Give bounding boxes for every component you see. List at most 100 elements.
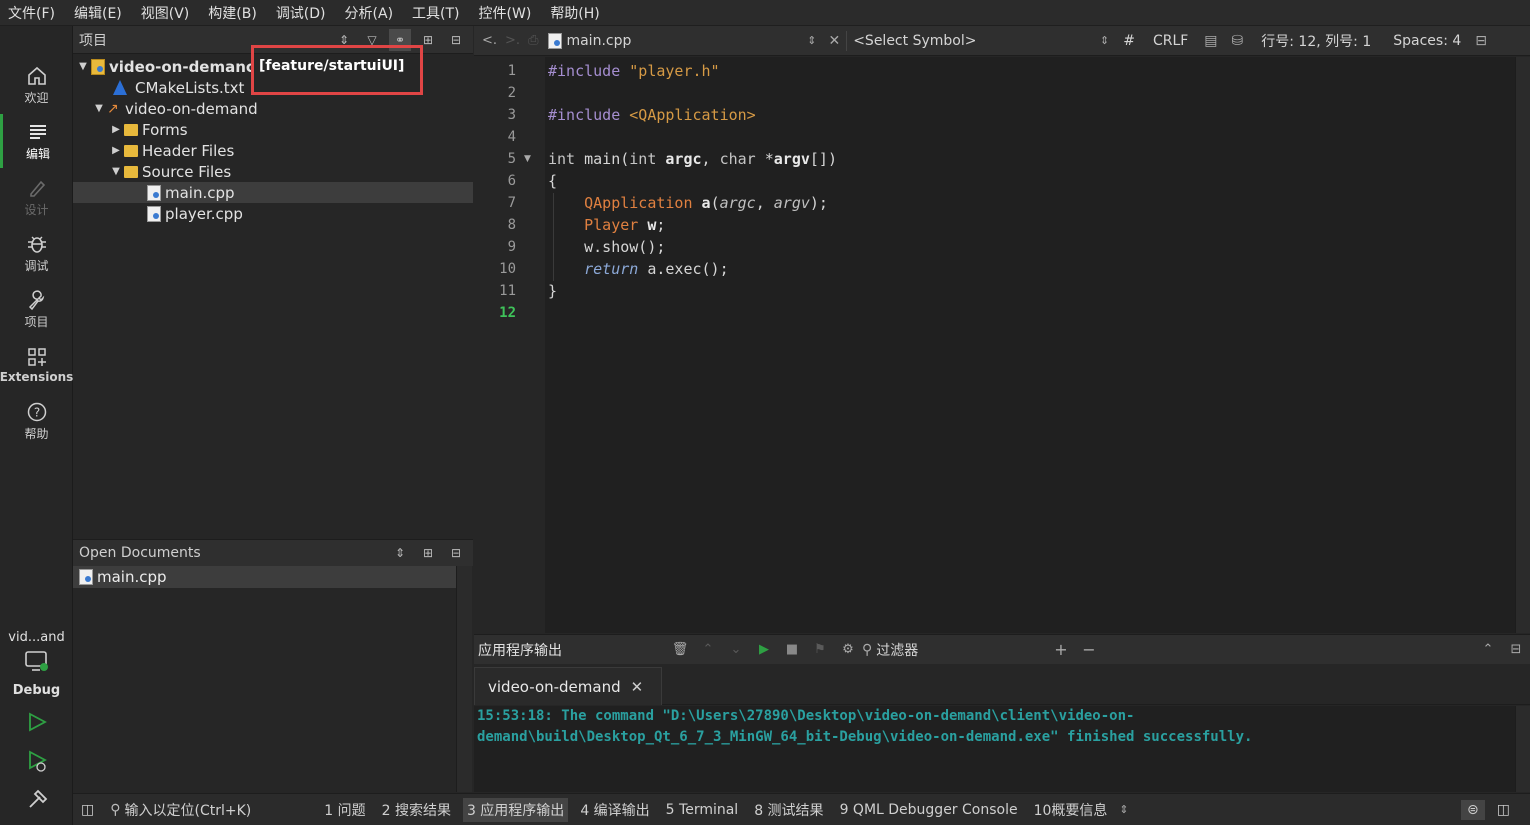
- code-editor[interactable]: #include "player.h" #include <QApplicati…: [545, 57, 1515, 633]
- toggle-right-sidebar-icon[interactable]: ◫: [1497, 802, 1510, 818]
- status-tab-compile-output[interactable]: 4 编译输出: [576, 798, 653, 822]
- kit-project-name: vid...and: [8, 630, 65, 645]
- status-tab-test-results[interactable]: 8 测试结果: [750, 798, 827, 822]
- collapse-arrow-icon[interactable]: ▶: [110, 124, 122, 135]
- zoom-in-icon[interactable]: +: [1047, 640, 1075, 659]
- editor-scrollbar[interactable]: [1515, 57, 1530, 633]
- mode-design[interactable]: 设计: [0, 170, 73, 224]
- mode-welcome[interactable]: 欢迎: [0, 58, 73, 112]
- stop-icon[interactable]: ■: [778, 642, 806, 657]
- extensions-icon: [27, 348, 46, 366]
- output-tab[interactable]: video-on-demand ✕: [474, 667, 662, 705]
- menu-analyze[interactable]: 分析(A): [343, 3, 396, 23]
- run-icon[interactable]: [26, 711, 48, 733]
- status-tab-search-results[interactable]: 2 搜索结果: [378, 798, 455, 822]
- close-panel-icon[interactable]: ⊟: [445, 29, 467, 51]
- symbol-selector[interactable]: <Select Symbol> ⇕: [853, 33, 1109, 49]
- output-text[interactable]: 15:53:18: The command "D:\Users\27890\De…: [474, 706, 1515, 792]
- clear-trash-icon[interactable]: 🗑: [666, 642, 694, 657]
- zoom-out-icon[interactable]: −: [1075, 640, 1103, 659]
- tree-row-player-cpp[interactable]: player.cpp: [73, 203, 473, 224]
- expand-arrow-icon[interactable]: ▼: [93, 103, 105, 114]
- tree-row-source-files[interactable]: ▼ Source Files: [73, 161, 473, 182]
- close-document-icon[interactable]: ✕: [828, 33, 840, 49]
- filter-field[interactable]: ⚲ 过滤器: [862, 640, 1047, 660]
- status-tab-qml-debugger[interactable]: 9 QML Debugger Console: [836, 800, 1022, 820]
- tree-label: player.cpp: [165, 204, 243, 223]
- mode-projects[interactable]: 项目: [0, 282, 73, 336]
- db-icon[interactable]: ⛁: [1232, 33, 1244, 49]
- code-line: #include <QApplication>: [548, 106, 756, 124]
- cursor-position[interactable]: 行号: 12, 列号: 1: [1261, 31, 1371, 51]
- menu-file[interactable]: 文件(F): [6, 3, 57, 23]
- menu-view[interactable]: 视图(V): [139, 3, 192, 23]
- wrench-icon: [28, 289, 44, 310]
- code-line: return a.exec();: [584, 260, 729, 278]
- hash-button[interactable]: #: [1123, 33, 1135, 49]
- status-tab-issues[interactable]: 1 问题: [320, 798, 369, 822]
- menu-edit[interactable]: 编辑(E): [72, 3, 124, 23]
- status-tab-terminal[interactable]: 5 Terminal: [662, 800, 743, 820]
- close-tab-icon[interactable]: ✕: [631, 678, 644, 696]
- kit-selector[interactable]: vid...and Debug: [0, 630, 73, 698]
- document-selector[interactable]: main.cpp ⇕: [546, 32, 816, 49]
- mode-extensions-label: Extensions: [0, 370, 74, 384]
- output-scrollbar[interactable]: [1515, 706, 1530, 792]
- tree-row-header-files[interactable]: ▶ Header Files: [73, 140, 473, 161]
- mode-edit[interactable]: 编辑: [0, 114, 73, 168]
- more-tabs-arrows-icon[interactable]: ⇕: [1119, 803, 1128, 816]
- attach-debugger-icon[interactable]: ⚑: [806, 642, 834, 657]
- cpp-file-icon: [147, 184, 161, 201]
- fold-marker-icon[interactable]: ▼: [524, 154, 531, 164]
- arrow-up-icon[interactable]: ⌃: [694, 642, 722, 657]
- maximize-pane-icon[interactable]: ⌃: [1474, 642, 1502, 657]
- settings-gear-icon[interactable]: ⚙: [834, 642, 862, 657]
- cmake-icon: [113, 80, 127, 95]
- close-pane-icon[interactable]: ⊟: [1502, 642, 1530, 657]
- locator-input[interactable]: ⚲ 输入以定位(Ctrl+K): [110, 800, 320, 820]
- close-panel-icon[interactable]: ⊟: [445, 542, 467, 564]
- expand-arrow-icon[interactable]: ▼: [77, 61, 89, 72]
- build-hammer-icon[interactable]: [26, 787, 50, 811]
- code-line: {: [548, 172, 558, 190]
- menu-debug[interactable]: 调试(D): [274, 3, 328, 23]
- tree-row-target[interactable]: ▼ ↗ video-on-demand: [73, 98, 473, 119]
- toggle-sidebar-icon[interactable]: ◫: [81, 802, 94, 818]
- monitor-icon: [24, 651, 48, 671]
- tree-row-forms[interactable]: ▶ Forms: [73, 119, 473, 140]
- split-editor-icon[interactable]: ⊟: [1475, 33, 1487, 49]
- status-bar: ◫ ⚲ 输入以定位(Ctrl+K) 1 问题 2 搜索结果 3 应用程序输出 4…: [73, 793, 1530, 825]
- mode-debug-label: 调试: [24, 258, 49, 273]
- line-number-current: 12: [499, 305, 516, 321]
- nav-forward-icon[interactable]: >.: [505, 33, 520, 48]
- status-tab-general-messages[interactable]: 10概要信息: [1030, 798, 1112, 822]
- mode-design-label: 设计: [24, 202, 49, 217]
- line-ending-selector[interactable]: CRLF: [1153, 33, 1188, 49]
- panel-select-arrows-icon[interactable]: ⇕: [389, 542, 411, 564]
- menu-help[interactable]: 帮助(H): [548, 3, 601, 23]
- indent-setting[interactable]: Spaces: 4: [1393, 33, 1461, 49]
- folder-icon: [124, 123, 138, 136]
- tree-row-main-cpp[interactable]: main.cpp: [73, 182, 473, 203]
- progress-details-icon[interactable]: ⊜: [1461, 799, 1485, 820]
- expand-arrow-icon[interactable]: ▼: [110, 166, 122, 177]
- open-documents-scrollbar[interactable]: [456, 566, 472, 792]
- rerun-icon[interactable]: ▶: [750, 642, 778, 657]
- nav-back-icon[interactable]: <.: [482, 33, 497, 48]
- mode-help[interactable]: ? 帮助: [0, 394, 73, 448]
- encoding-icon[interactable]: ▤: [1204, 33, 1217, 49]
- arrow-down-icon[interactable]: ⌄: [722, 642, 750, 657]
- mode-extensions[interactable]: Extensions: [0, 338, 73, 392]
- menu-build[interactable]: 构建(B): [206, 3, 259, 23]
- collapse-arrow-icon[interactable]: ▶: [110, 145, 122, 156]
- open-document-item[interactable]: main.cpp: [73, 566, 456, 588]
- line-number: 5: [507, 151, 516, 167]
- mode-debug[interactable]: 调试: [0, 226, 73, 280]
- debug-run-icon[interactable]: [26, 749, 48, 773]
- split-icon[interactable]: ⊞: [417, 542, 439, 564]
- menu-widgets[interactable]: 控件(W): [477, 3, 534, 23]
- menu-tools[interactable]: 工具(T): [410, 3, 461, 23]
- lock-icon[interactable]: ⎙: [528, 33, 538, 48]
- code-line: w.show();: [548, 238, 666, 256]
- status-tab-application-output[interactable]: 3 应用程序输出: [462, 797, 569, 822]
